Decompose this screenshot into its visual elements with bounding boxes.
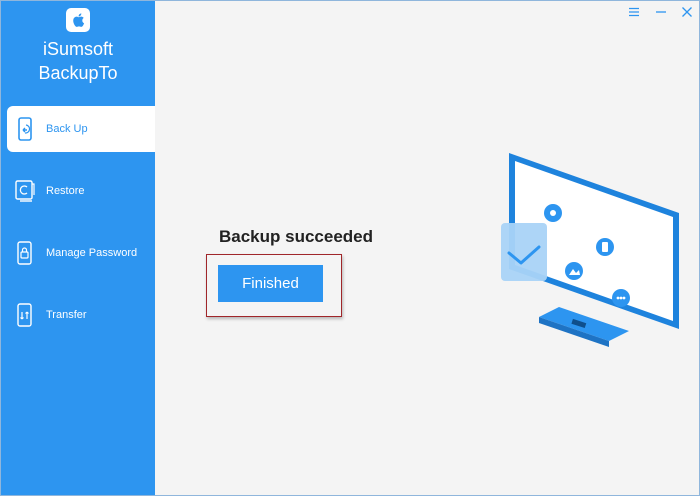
- monitor-illustration: [499, 151, 683, 366]
- sidebar-item-label: Back Up: [46, 123, 88, 135]
- app-window: iSumsoft BackupTo Back Up Restore Manage…: [0, 0, 700, 496]
- app-title: iSumsoft BackupTo: [1, 37, 155, 85]
- password-icon: [14, 239, 36, 267]
- sidebar-item-transfer[interactable]: Transfer: [1, 292, 155, 338]
- sidebar-item-label: Restore: [46, 185, 85, 197]
- sidebar-item-label: Manage Password: [46, 247, 138, 259]
- sidebar-item-manage-password[interactable]: Manage Password: [1, 230, 155, 276]
- app-title-line2: BackupTo: [38, 63, 118, 83]
- sidebar-item-back-up[interactable]: Back Up: [7, 106, 155, 152]
- minimize-icon[interactable]: [652, 5, 670, 19]
- sidebar-item-restore[interactable]: Restore: [1, 168, 155, 214]
- menu-icon[interactable]: [625, 5, 643, 19]
- phone-backup-icon: [14, 115, 36, 143]
- sidebar-item-label: Transfer: [46, 309, 87, 321]
- apple-logo-icon: [66, 8, 90, 32]
- transfer-icon: [14, 301, 36, 329]
- sidebar: iSumsoft BackupTo Back Up Restore Manage…: [1, 1, 155, 495]
- finished-button[interactable]: Finished: [218, 265, 323, 302]
- restore-icon: [14, 177, 36, 205]
- app-title-line1: iSumsoft: [42, 39, 114, 59]
- status-heading: Backup succeeded: [219, 227, 374, 246]
- close-icon[interactable]: [678, 5, 696, 19]
